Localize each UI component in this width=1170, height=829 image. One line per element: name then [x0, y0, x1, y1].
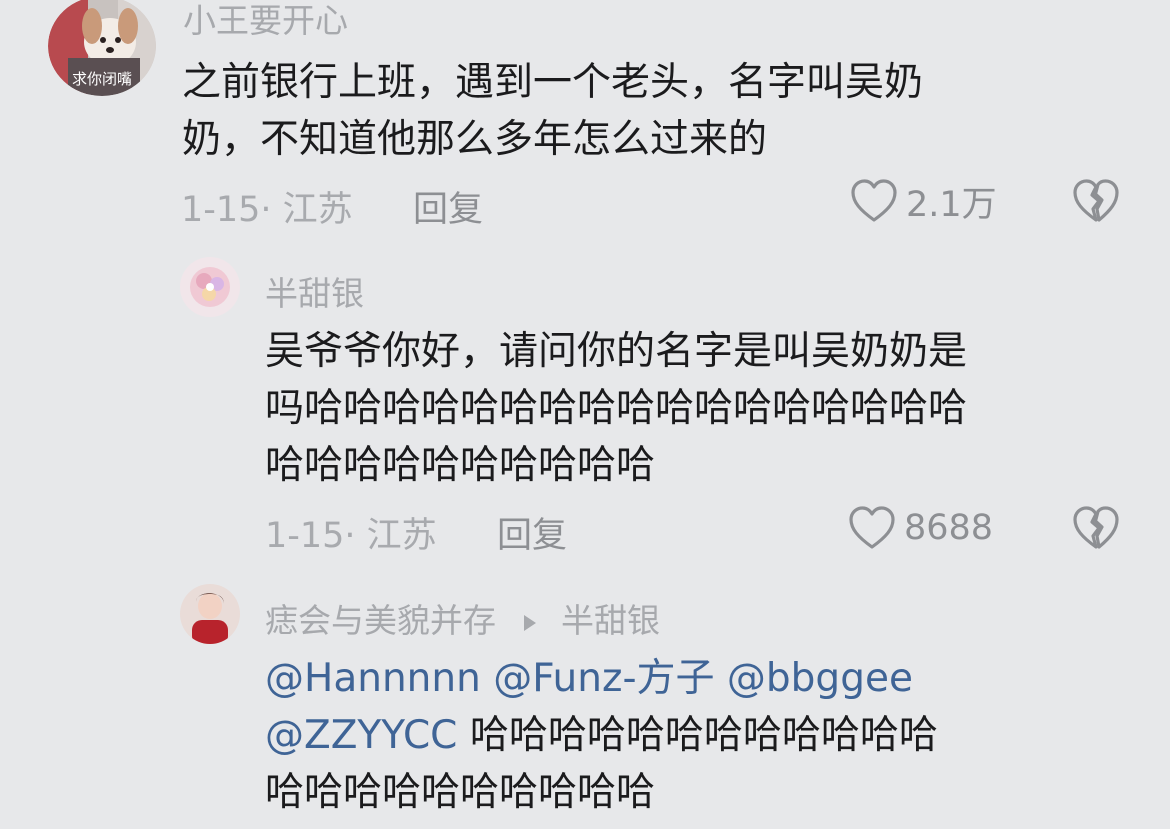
avatar[interactable]: [180, 584, 240, 644]
reply-author[interactable]: 痣会与美貌并存: [265, 601, 496, 640]
dislike-button[interactable]: [1072, 178, 1120, 224]
comment-text: 之前银行上班，遇到一个老头，名字叫吴奶 奶，不知道他那么多年怎么过来的: [182, 54, 923, 168]
triangle-right-icon: [523, 601, 537, 640]
mention-link[interactable]: @Funz-方子: [493, 656, 714, 701]
mention-link[interactable]: @Hannnnn: [265, 656, 481, 701]
reply-text-line: 哈哈哈哈哈哈哈哈哈哈: [265, 770, 656, 815]
dislike-button[interactable]: [1072, 505, 1120, 551]
reply-target-user[interactable]: 半甜银: [561, 601, 660, 640]
mention-link[interactable]: @bbggee: [727, 656, 913, 701]
comment-text-line: 奶，不知道他那么多年怎么过来的: [182, 117, 768, 162]
avatar[interactable]: [180, 257, 240, 317]
avatar-image: [180, 257, 240, 317]
mention-link[interactable]: @ZZYYCC: [265, 713, 457, 758]
comment-username[interactable]: 小王要开心: [183, 0, 348, 42]
avatar-caption: 求你闭嘴: [72, 70, 132, 88]
reply-text-line: @ZZYYCC 哈哈哈哈哈哈哈哈哈哈哈哈: [265, 707, 938, 764]
like-count: 8688: [904, 508, 994, 548]
reply-text-line: @Hannnnn @Funz-方子 @bbggee: [265, 650, 938, 707]
heart-outline-icon: [851, 179, 897, 222]
comment-text-line: 之前银行上班，遇到一个老头，名字叫吴奶: [182, 60, 924, 105]
reply-text-line: 吗哈哈哈哈哈哈哈哈哈哈哈哈哈哈哈哈哈: [265, 386, 968, 431]
like-count: 2.1万: [906, 184, 997, 225]
reply-text: @Hannnnn @Funz-方子 @bbggee @ZZYYCC 哈哈哈哈哈哈…: [265, 650, 938, 821]
reply-text-line: 哈哈哈哈哈哈哈哈哈哈: [265, 443, 656, 488]
reply-date-location: 1-15· 江苏: [265, 516, 437, 556]
avatar-dog-image: 求你闭嘴: [48, 0, 156, 96]
broken-heart-icon: [1073, 179, 1119, 222]
like-button[interactable]: 8688: [848, 503, 993, 553]
like-button[interactable]: 2.1万: [850, 176, 997, 226]
reply-username: 痣会与美貌并存 半甜银: [265, 594, 660, 642]
reply-text: 吴爷爷你好，请问你的名字是叫吴奶奶是 吗哈哈哈哈哈哈哈哈哈哈哈哈哈哈哈哈哈 哈哈…: [265, 323, 967, 494]
comment-date-location: 1-15· 江苏: [181, 190, 353, 230]
heart-outline-icon: [849, 506, 895, 549]
avatar-image: [180, 584, 240, 644]
reply-button[interactable]: 回复: [497, 507, 567, 558]
broken-heart-icon: [1073, 506, 1119, 549]
reply-button[interactable]: 回复: [413, 181, 483, 232]
avatar[interactable]: 求你闭嘴: [48, 0, 156, 96]
reply-text-line: 吴爷爷你好，请问你的名字是叫吴奶奶是: [265, 329, 968, 374]
reply-username[interactable]: 半甜银: [265, 267, 364, 315]
reply-text-fragment: 哈哈哈哈哈哈哈哈哈哈哈哈: [469, 713, 938, 758]
